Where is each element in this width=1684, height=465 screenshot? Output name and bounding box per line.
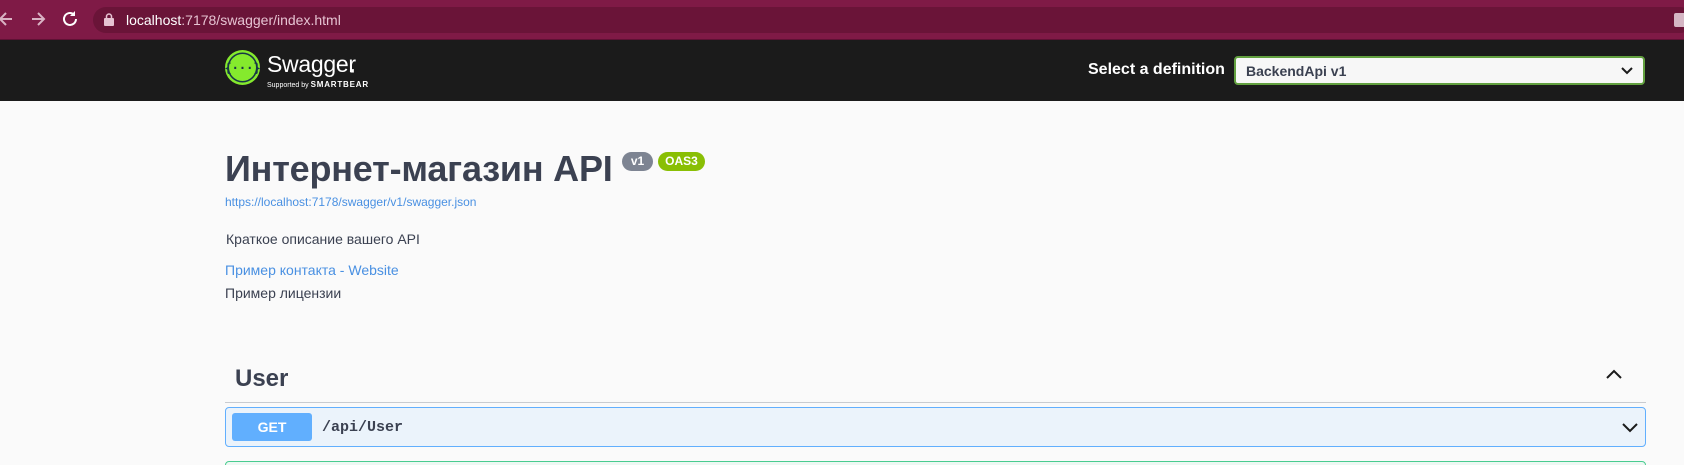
logo-trademark: ■ [350,68,355,75]
address-text: localhost:7178/swagger/index.html [126,12,341,28]
chevron-up-icon[interactable] [1605,369,1623,380]
logo-supported: Supported by [267,82,309,89]
browser-toolbar: localhost:7178/swagger/index.html [0,0,1684,40]
chevron-down-icon [1621,67,1633,75]
chevron-down-icon[interactable] [1621,422,1639,433]
swagger-logo[interactable]: {···} Swagger ■ Supported by SMARTBEAR [225,50,375,92]
logo-company: SMARTBEAR [310,80,369,89]
definition-select-value: BackendApi v1 [1246,63,1347,79]
tag-name: User [235,365,289,392]
tag-section-user[interactable]: User [225,356,1646,403]
oas-badge: OAS3 [658,152,705,171]
definition-label: Select a definition [1088,61,1225,78]
version-badge: v1 [622,152,653,171]
spec-url-link[interactable]: https://localhost:7178/swagger/v1/swagge… [225,195,476,209]
api-description: Краткое описание вашего API [226,231,420,247]
reload-icon[interactable] [59,8,81,30]
method-badge: GET [232,413,312,441]
logo-tagline: Supported by SMARTBEAR [267,80,369,89]
forward-arrow-icon[interactable] [27,8,49,30]
swagger-logo-icon: {···} [225,50,260,85]
extension-icon[interactable] [1674,13,1684,27]
operation-path: /api/User [322,419,404,436]
api-title: Интернет-магазин API [225,148,613,189]
logo-name: Swagger [267,51,356,77]
operation-get-user[interactable]: GET /api/User [225,407,1646,447]
address-host: localhost [126,12,182,28]
address-bar[interactable]: localhost:7178/swagger/index.html [93,7,1684,33]
definition-select[interactable]: BackendApi v1 [1234,56,1645,85]
svg-text:{···}: {···} [225,61,260,75]
address-path: :7178/swagger/index.html [181,12,341,28]
back-arrow-icon[interactable] [0,8,18,30]
lock-icon[interactable] [104,13,114,26]
license-link[interactable]: Пример лицензии [225,285,341,301]
next-operation-block[interactable] [225,461,1646,465]
contact-link[interactable]: Пример контакта - Website [225,262,399,278]
